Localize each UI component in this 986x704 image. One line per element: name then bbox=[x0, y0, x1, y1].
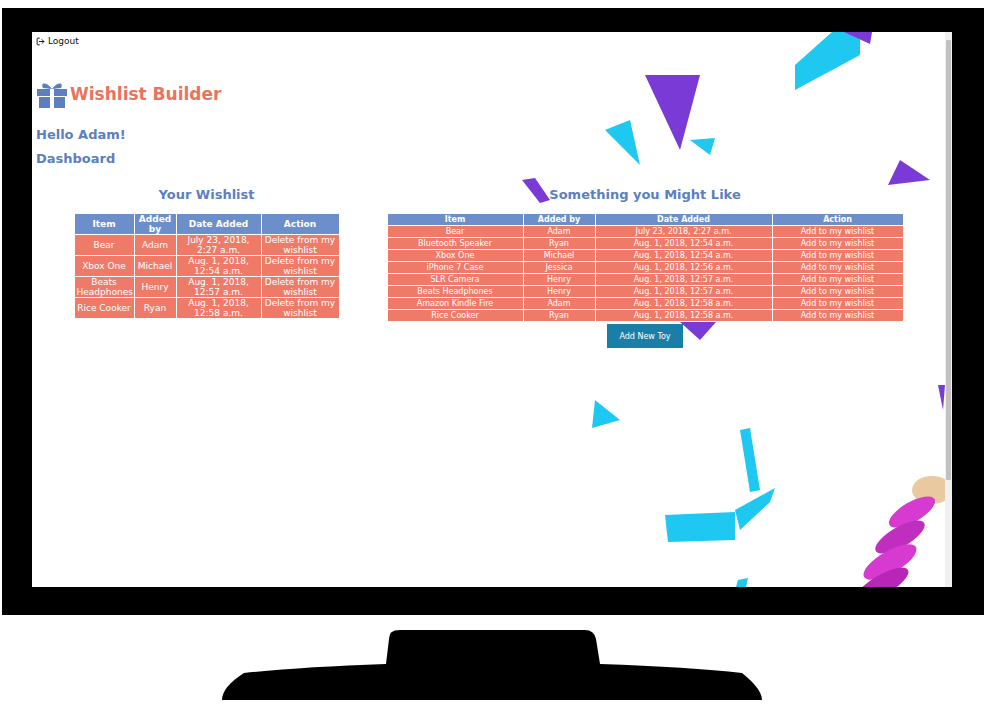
table-row: SLR CameraHenryAug. 1, 2018, 12:57 a.m.A… bbox=[387, 274, 903, 286]
page: Logout Wishlist Builder Hello Adam! Dashboa… bbox=[32, 32, 945, 587]
action-link[interactable]: Delete from my wishlist bbox=[261, 298, 339, 319]
gift-icon bbox=[36, 79, 68, 109]
added-by-cell: Ryan bbox=[523, 310, 595, 322]
action-link[interactable]: Add to my wishlist bbox=[772, 274, 903, 286]
item-cell: Bluetooth Speaker bbox=[387, 238, 523, 250]
greeting: Hello Adam! bbox=[36, 127, 126, 143]
action-link[interactable]: Delete from my wishlist bbox=[261, 235, 339, 256]
item-cell: iPhone 7 Case bbox=[387, 262, 523, 274]
item-cell: Bear bbox=[387, 226, 523, 238]
table-row: Amazon Kindle FireAdamAug. 1, 2018, 12:5… bbox=[387, 298, 903, 310]
date-cell: Aug. 1, 2018, 12:57 a.m. bbox=[176, 277, 261, 298]
dashboard-link[interactable]: Dashboard bbox=[36, 151, 115, 167]
date-cell: Aug. 1, 2018, 12:58 a.m. bbox=[595, 310, 772, 322]
column-header: Date Added bbox=[595, 214, 772, 226]
date-cell: Aug. 1, 2018, 12:58 a.m. bbox=[176, 298, 261, 319]
logout-icon bbox=[36, 37, 45, 46]
table-row: Rice CookerRyanAug. 1, 2018, 12:58 a.m.D… bbox=[74, 298, 339, 319]
table-row: Xbox OneMichaelAug. 1, 2018, 12:54 a.m.A… bbox=[387, 250, 903, 262]
content: Logout Wishlist Builder Hello Adam! Dashboa… bbox=[32, 32, 945, 348]
action-link[interactable]: Add to my wishlist bbox=[772, 286, 903, 298]
date-cell: Aug. 1, 2018, 12:56 a.m. bbox=[595, 262, 772, 274]
column-header: Date Added bbox=[176, 214, 261, 235]
column-header: Action bbox=[261, 214, 339, 235]
action-link[interactable]: Add to my wishlist bbox=[772, 262, 903, 274]
wishlist-table: ItemAdded byDate AddedActionBearAdamJuly… bbox=[74, 213, 340, 319]
added-by-cell: Ryan bbox=[134, 298, 176, 319]
added-by-cell: Henry bbox=[523, 286, 595, 298]
suggestions-table: ItemAdded byDate AddedActionBearAdamJuly… bbox=[387, 213, 904, 322]
date-cell: July 23, 2018, 2:27 a.m. bbox=[176, 235, 261, 256]
add-toy-button[interactable]: Add New Toy bbox=[607, 324, 683, 348]
added-by-cell: Michael bbox=[523, 250, 595, 262]
date-cell: Aug. 1, 2018, 12:54 a.m. bbox=[176, 256, 261, 277]
action-link[interactable]: Add to my wishlist bbox=[772, 238, 903, 250]
item-cell: Beats Headphones bbox=[387, 286, 523, 298]
date-cell: Aug. 1, 2018, 12:54 a.m. bbox=[595, 238, 772, 250]
item-cell: Rice Cooker bbox=[387, 310, 523, 322]
table-row: Bluetooth SpeakerRyanAug. 1, 2018, 12:54… bbox=[387, 238, 903, 250]
table-row: Beats HeadphonesHenryAug. 1, 2018, 12:57… bbox=[74, 277, 339, 298]
table-row: iPhone 7 CaseJessicaAug. 1, 2018, 12:56 … bbox=[387, 262, 903, 274]
added-by-cell: Henry bbox=[134, 277, 176, 298]
date-cell: July 23, 2018, 2:27 a.m. bbox=[595, 226, 772, 238]
panel-title: Your Wishlist bbox=[159, 187, 255, 203]
item-cell: Xbox One bbox=[387, 250, 523, 262]
brand-title: Wishlist Builder bbox=[70, 83, 221, 105]
added-by-cell: Henry bbox=[523, 274, 595, 286]
action-link[interactable]: Delete from my wishlist bbox=[261, 277, 339, 298]
scrollbar[interactable] bbox=[945, 32, 952, 587]
table-row: Xbox OneMichaelAug. 1, 2018, 12:54 a.m.D… bbox=[74, 256, 339, 277]
added-by-cell: Ryan bbox=[523, 238, 595, 250]
table-row: BearAdamJuly 23, 2018, 2:27 a.m.Add to m… bbox=[387, 226, 903, 238]
column-header: Action bbox=[772, 214, 903, 226]
wishlist-panel: Your Wishlist ItemAdded byDate AddedActio… bbox=[74, 187, 339, 319]
action-link[interactable]: Add to my wishlist bbox=[772, 226, 903, 238]
date-cell: Aug. 1, 2018, 12:58 a.m. bbox=[595, 298, 772, 310]
action-link[interactable]: Add to my wishlist bbox=[772, 250, 903, 262]
item-cell: Xbox One bbox=[74, 256, 134, 277]
action-link[interactable]: Add to my wishlist bbox=[772, 298, 903, 310]
item-cell: Rice Cooker bbox=[74, 298, 134, 319]
monitor: Logout Wishlist Builder Hello Adam! Dashboa… bbox=[2, 8, 984, 615]
added-by-cell: Jessica bbox=[523, 262, 595, 274]
item-cell: SLR Camera bbox=[387, 274, 523, 286]
added-by-cell: Adam bbox=[523, 226, 595, 238]
monitor-stand-icon bbox=[0, 615, 986, 704]
column-header: Added by bbox=[134, 214, 176, 235]
item-cell: Beats Headphones bbox=[74, 277, 134, 298]
screen: Logout Wishlist Builder Hello Adam! Dashboa… bbox=[32, 32, 952, 587]
item-cell: Bear bbox=[74, 235, 134, 256]
column-header: Added by bbox=[523, 214, 595, 226]
table-row: Rice CookerRyanAug. 1, 2018, 12:58 a.m.A… bbox=[387, 310, 903, 322]
added-by-cell: Michael bbox=[134, 256, 176, 277]
added-by-cell: Adam bbox=[134, 235, 176, 256]
added-by-cell: Adam bbox=[523, 298, 595, 310]
table-row: BearAdamJuly 23, 2018, 2:27 a.m.Delete f… bbox=[74, 235, 339, 256]
date-cell: Aug. 1, 2018, 12:54 a.m. bbox=[595, 250, 772, 262]
action-link[interactable]: Delete from my wishlist bbox=[261, 256, 339, 277]
logout-link[interactable]: Logout bbox=[36, 34, 79, 48]
panel-title: Something you Might Like bbox=[549, 187, 740, 203]
logout-label: Logout bbox=[48, 34, 79, 48]
action-link[interactable]: Add to my wishlist bbox=[772, 310, 903, 322]
header-row: ItemAdded byDate AddedAction bbox=[74, 214, 339, 235]
date-cell: Aug. 1, 2018, 12:57 a.m. bbox=[595, 286, 772, 298]
table-row: Beats HeadphonesHenryAug. 1, 2018, 12:57… bbox=[387, 286, 903, 298]
date-cell: Aug. 1, 2018, 12:57 a.m. bbox=[595, 274, 772, 286]
brand: Wishlist Builder bbox=[36, 79, 221, 109]
column-header: Item bbox=[387, 214, 523, 226]
suggestions-panel: Something you Might Like ItemAdded byDate… bbox=[387, 187, 903, 348]
scroll-thumb[interactable] bbox=[946, 40, 951, 480]
header-row: ItemAdded byDate AddedAction bbox=[387, 214, 903, 226]
panels: Your WishlistItemAdded byDate AddedActio… bbox=[36, 187, 903, 348]
column-header: Item bbox=[74, 214, 134, 235]
stage: Logout Wishlist Builder Hello Adam! Dashboa… bbox=[0, 0, 986, 704]
item-cell: Amazon Kindle Fire bbox=[387, 298, 523, 310]
